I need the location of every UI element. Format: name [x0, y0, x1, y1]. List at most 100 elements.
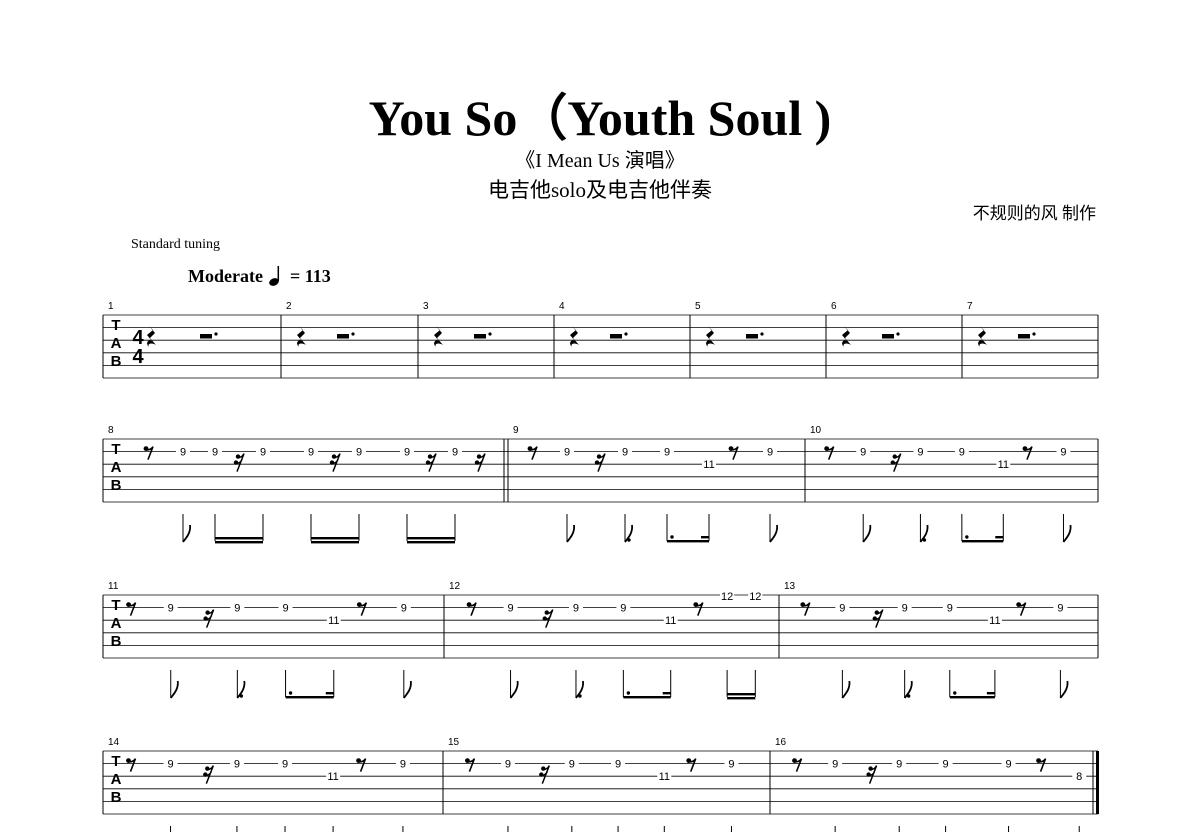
fret-number: 9 — [167, 759, 173, 771]
fret-number: 11 — [703, 459, 714, 471]
beam — [995, 536, 1004, 539]
fret-number: 11 — [327, 771, 338, 783]
fret-number: 9 — [917, 447, 923, 459]
measure-number: 9 — [513, 425, 519, 436]
fret-number: 9 — [260, 447, 266, 459]
fret-number: 9 — [234, 603, 240, 615]
eighth-flag-icon — [769, 524, 779, 543]
beam — [215, 541, 263, 544]
fret-number: 9 — [620, 603, 626, 615]
fret-number: 11 — [659, 771, 670, 783]
measure-number: 5 — [695, 301, 701, 312]
beam — [325, 692, 334, 695]
tablature-score: TAB441 2 3 4 5 6 7TAB89 9 9 9 9 9 999 9 9119109 9 9119TA… — [102, 301, 1099, 832]
beam — [623, 696, 671, 699]
fret-number: 12 — [721, 591, 733, 603]
fret-number: 9 — [1060, 447, 1066, 459]
tab-sheet-page: You So（Youth Soul ) 《I Mean Us 演唱》 电吉他so… — [0, 0, 1200, 832]
eighth-flag-icon — [509, 680, 519, 699]
tab-clef-letter: T — [111, 317, 120, 334]
tab-clef-letter: B — [111, 353, 122, 370]
measure: 11 9 9 9 11 9 — [108, 581, 412, 699]
tab-clef-letter: B — [111, 633, 122, 650]
beam — [407, 537, 455, 540]
fret-number: 9 — [615, 759, 621, 771]
time-signature-bottom: 4 — [132, 346, 144, 368]
beam — [311, 541, 359, 544]
tab-system: TAB1199911912999111212121213999119 — [102, 581, 1099, 700]
dot-icon — [214, 332, 218, 336]
fret-number: 11 — [665, 615, 676, 627]
quarter-rest-icon — [842, 326, 851, 347]
fret-number: 9 — [404, 447, 410, 459]
half-rest-icon — [746, 334, 758, 339]
measure-number: 11 — [108, 581, 119, 592]
quarter-rest-icon — [570, 326, 579, 347]
tab-system: TAB 8 9 9 9 9 9 9 9 9 9 9 9 11 9 10 9 9 9 11 9 — [102, 425, 1099, 544]
fret-number: 9 — [896, 759, 902, 771]
fret-number: 9 — [180, 447, 186, 459]
tab-clef-letter: A — [111, 615, 122, 632]
fret-number: 11 — [328, 615, 339, 627]
tab-clef-letter: T — [111, 441, 120, 458]
eighth-flag-icon — [841, 680, 851, 699]
fret-number: 8 — [1076, 771, 1082, 783]
fret-number: 9 — [959, 447, 965, 459]
beam — [986, 692, 995, 695]
measure-number: 3 — [423, 301, 429, 312]
beam — [701, 536, 709, 539]
tab-clef-letter: A — [111, 335, 122, 352]
fret-number: 9 — [860, 447, 866, 459]
dot-icon — [288, 691, 293, 695]
dot-icon — [760, 332, 764, 336]
fret-number: 9 — [452, 447, 458, 459]
quarter-rest-icon — [147, 326, 156, 347]
tab-clef-letter: T — [111, 597, 120, 614]
fret-number: 9 — [947, 603, 953, 615]
eighth-flag-icon — [1059, 680, 1069, 699]
fret-number: 9 — [505, 759, 511, 771]
tab-system: TAB 14 9 9 9 11 9 15 9 9 9 11 9 16 9 9 9 9 8 — [102, 737, 1099, 832]
half-rest-icon — [200, 334, 212, 339]
measure: 8 9 9 9 9 9 9 9 — [108, 425, 486, 544]
tab-system: TAB441 2 3 4 5 6 7 — [102, 301, 1099, 379]
beam — [311, 537, 359, 540]
measure: 10 9 9 9 11 9 — [810, 425, 1072, 543]
quarter-rest-icon — [706, 326, 715, 347]
fret-number: 11 — [998, 459, 1009, 471]
measure-number: 4 — [559, 301, 565, 312]
fret-number: 9 — [564, 447, 570, 459]
fret-number: 9 — [308, 447, 314, 459]
fret-number: 9 — [728, 759, 734, 771]
dot-icon — [578, 694, 582, 698]
fret-number: 9 — [569, 759, 575, 771]
fret-number: 9 — [832, 759, 838, 771]
fret-number: 9 — [356, 447, 362, 459]
fret-number: 12 — [749, 591, 761, 603]
fret-number: 9 — [1057, 603, 1063, 615]
tab-clef-letter: A — [111, 459, 122, 476]
dot-icon — [953, 691, 957, 695]
eighth-flag-icon — [182, 524, 192, 543]
fret-number: 9 — [168, 603, 174, 615]
half-rest-icon — [337, 334, 349, 339]
fret-number: 9 — [664, 447, 670, 459]
dot-icon — [626, 691, 631, 695]
measure-number: 2 — [286, 301, 292, 312]
measure-number: 10 — [810, 425, 822, 436]
eighth-flag-icon — [862, 524, 872, 543]
fret-number: 9 — [282, 603, 288, 615]
beam — [727, 697, 756, 700]
fret-number: 9 — [573, 603, 579, 615]
measure-number: 15 — [448, 737, 460, 748]
tab-clef-letter: A — [111, 771, 122, 788]
eighth-flag-icon — [566, 524, 576, 543]
dot-icon — [351, 332, 355, 336]
tab-clef-letter: B — [111, 789, 122, 806]
fret-number: 9 — [767, 447, 773, 459]
fret-number: 9 — [622, 447, 628, 459]
eighth-flag-icon — [1062, 524, 1072, 543]
quarter-rest-icon — [978, 326, 987, 347]
beam — [727, 693, 756, 696]
dot-icon — [896, 332, 900, 336]
